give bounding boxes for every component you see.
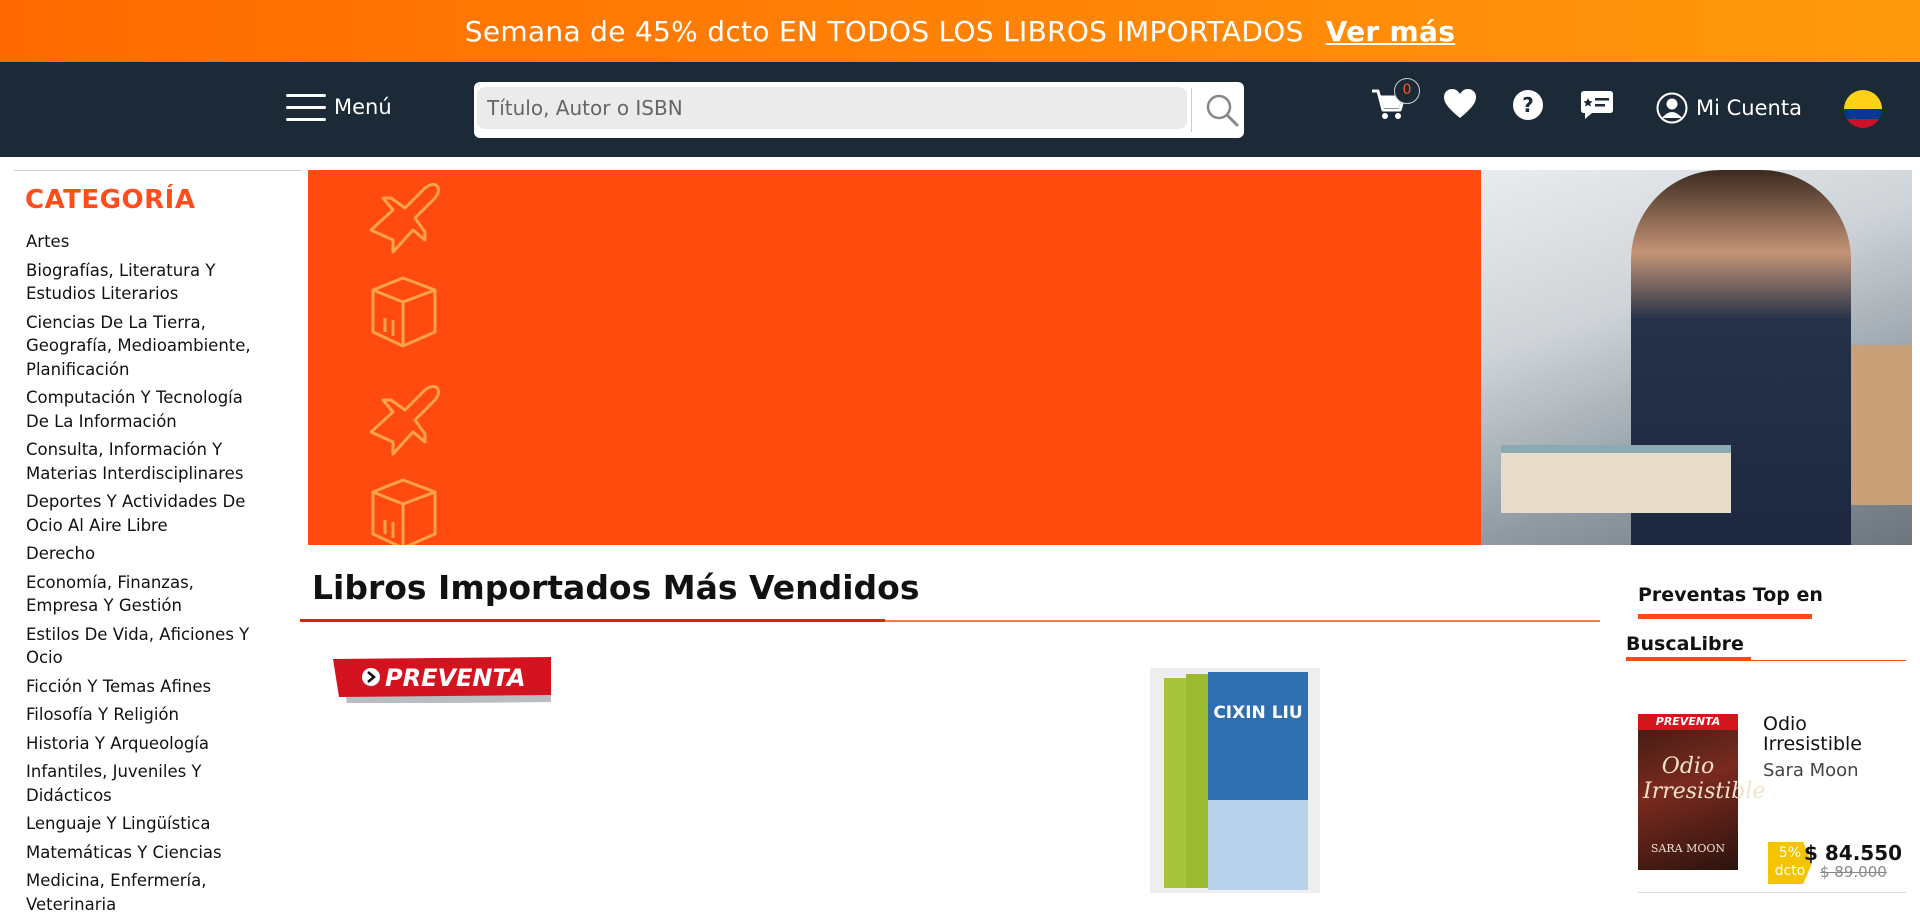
promo-banner: Semana de 45% dcto EN TODOS LOS LIBROS I… — [0, 0, 1920, 62]
hero-photo — [1481, 170, 1912, 545]
category-item[interactable]: Lenguaje Y Lingüística — [26, 812, 266, 836]
user-icon — [1656, 92, 1688, 124]
cover-title: Odio Irresistible — [1643, 754, 1766, 804]
category-item[interactable]: Derecho — [26, 542, 266, 566]
category-title: CATEGORÍA — [25, 185, 196, 215]
hero-banner[interactable] — [308, 170, 1912, 545]
package-icon — [371, 276, 437, 348]
category-item[interactable]: Artes — [26, 230, 266, 254]
search-divider — [1191, 88, 1192, 132]
book-stack — [1501, 445, 1731, 513]
sidebar-divider — [14, 170, 301, 171]
preventas-underline-2 — [1626, 657, 1906, 661]
top-nav: Menú — [0, 62, 1920, 157]
preventas-underline — [1638, 614, 1812, 619]
category-item[interactable]: Historia Y Arqueología — [26, 732, 266, 756]
product-old-price: $ 89.000 — [1820, 863, 1887, 881]
account-link[interactable]: Mi Cuenta — [1656, 92, 1802, 124]
category-item[interactable]: Infantiles, Juveniles Y Didácticos — [26, 760, 266, 807]
category-item[interactable]: Medicina, Enfermería, Veterinaria — [26, 869, 266, 916]
bestsellers-section: Libros Importados Más Vendidos — [300, 568, 1600, 622]
promo-link[interactable]: Ver más — [1326, 15, 1456, 48]
category-item[interactable]: Ciencias De La Tierra, Geografía, Medioa… — [26, 311, 266, 382]
account-label: Mi Cuenta — [1696, 96, 1802, 120]
airplane-icon — [369, 384, 441, 456]
category-item[interactable]: Estilos De Vida, Aficiones Y Ocio — [26, 623, 266, 670]
search-icon[interactable] — [1202, 90, 1242, 130]
cover-author: SARA MOON — [1650, 842, 1726, 855]
search-bar — [474, 82, 1244, 138]
country-flag-icon[interactable] — [1844, 90, 1882, 128]
package-icon — [371, 478, 437, 545]
preventas-heading-2: BuscaLibre — [1626, 633, 1744, 655]
category-item[interactable]: Consulta, Información Y Materias Interdi… — [26, 438, 266, 485]
category-item[interactable]: Biografías, Literatura Y Estudios Litera… — [26, 259, 266, 306]
airplane-icon — [369, 182, 441, 254]
product-author[interactable]: Sara Moon — [1763, 760, 1859, 781]
category-item[interactable]: Economía, Finanzas, Empresa Y Gestión — [26, 571, 266, 618]
svg-text:?: ? — [1522, 93, 1534, 117]
preventa-label: PREVENTA — [385, 664, 526, 692]
heart-icon[interactable] — [1443, 88, 1477, 120]
product-price: $ 84.550 — [1804, 841, 1903, 865]
preventa-badge: PREVENTA — [333, 657, 551, 703]
preventas-sidebar: Preventas Top en BuscaLibre — [1626, 570, 1906, 661]
category-item[interactable]: Matemáticas Y Ciencias — [26, 841, 266, 865]
book-cover-cixin-liu[interactable]: CIXIN LIU — [1140, 660, 1330, 896]
product-cover[interactable]: PREVENTA Odio Irresistible SARA MOON — [1638, 714, 1766, 870]
cart-count-badge: 0 — [1394, 78, 1420, 104]
product-title[interactable]: Odio Irresistible — [1763, 714, 1903, 754]
help-icon[interactable]: ? — [1512, 89, 1544, 121]
hamburger-icon — [286, 92, 326, 122]
card-divider — [1638, 892, 1906, 893]
product-card[interactable]: PREVENTA Odio Irresistible SARA MOON Odi… — [1638, 714, 1906, 894]
section-underline — [300, 619, 1600, 622]
category-item[interactable]: Deportes Y Actividades De Ocio Al Aire L… — [26, 490, 266, 537]
category-list: Artes Biografías, Literatura Y Estudios … — [26, 230, 266, 916]
promo-text: Semana de 45% dcto EN TODOS LOS LIBROS I… — [464, 14, 1304, 48]
search-input[interactable] — [477, 87, 1187, 129]
product-preventa-tag: PREVENTA — [1638, 714, 1738, 730]
category-sidebar: CATEGORÍA Artes Biografías, Literatura Y… — [14, 170, 301, 921]
menu-label: Menú — [334, 95, 392, 119]
banner-decoration — [369, 182, 441, 545]
category-item[interactable]: Computación Y Tecnología De La Informaci… — [26, 386, 266, 433]
menu-button[interactable]: Menú — [286, 92, 392, 122]
preventas-heading: Preventas Top en — [1638, 584, 1823, 606]
book-cover-title: CIXIN LIU — [1213, 703, 1302, 723]
chat-icon[interactable] — [1580, 89, 1614, 121]
category-item[interactable]: Filosofía Y Religión — [26, 703, 266, 727]
category-item[interactable]: Ficción Y Temas Afines — [26, 675, 266, 699]
section-title: Libros Importados Más Vendidos — [312, 568, 920, 607]
